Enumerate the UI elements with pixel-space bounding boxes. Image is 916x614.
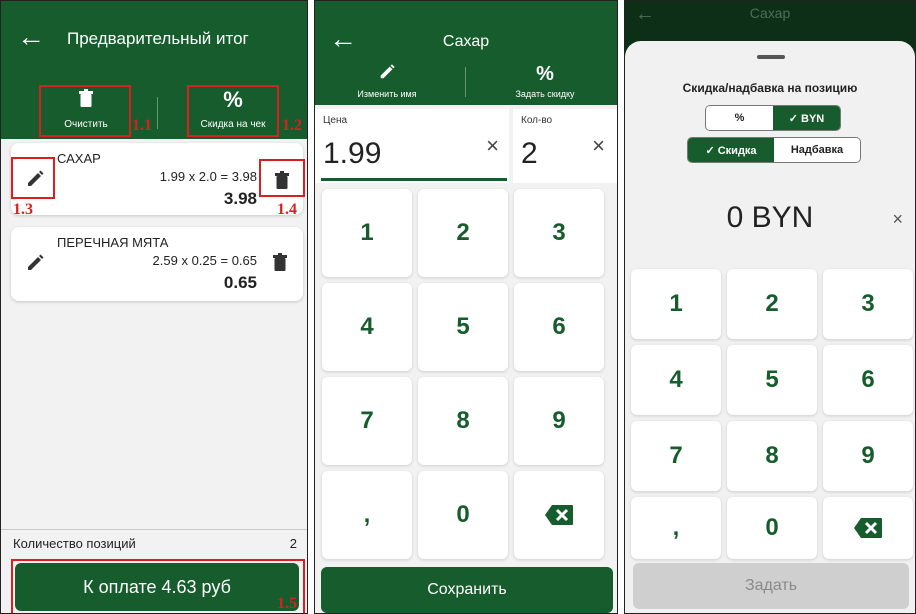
key-7[interactable]: 7	[322, 377, 412, 465]
clear-price-icon[interactable]: ×	[486, 133, 499, 159]
key-8[interactable]: 8	[727, 421, 817, 491]
percent-option[interactable]: %	[706, 106, 773, 130]
annotation-label: 1.4	[277, 201, 297, 218]
item-formula: 1.99 x 2.0 = 3.98	[159, 169, 257, 184]
save-button[interactable]: Сохранить	[321, 567, 613, 613]
page-title: Предварительный итог	[67, 29, 249, 48]
key-0[interactable]: 0	[418, 471, 508, 559]
price-value: 1.99	[323, 137, 382, 170]
annotation-box-clear	[39, 85, 131, 137]
key-3[interactable]: 3	[514, 189, 604, 277]
page-title: Сахар	[442, 33, 490, 50]
item-total: 0.65	[223, 273, 257, 292]
key-5[interactable]: 5	[418, 283, 508, 371]
markup-option[interactable]: Надбавка	[774, 138, 860, 162]
key-9[interactable]: 9	[514, 377, 604, 465]
rename-label: Изменить имя	[357, 89, 417, 99]
list-item[interactable]: ПЕРЕЧНАЯ МЯТА 2.59 x 0.25 = 0.65 0.65	[11, 227, 303, 301]
key-5[interactable]: 5	[727, 345, 817, 415]
annotation-box-pay	[11, 559, 305, 613]
item-discount-sheet: ← Сахар Скидка/надбавка на позицию % ✓ B…	[624, 0, 916, 614]
back-arrow-icon[interactable]: ←	[17, 23, 45, 51]
key-8[interactable]: 8	[418, 377, 508, 465]
annotation-label: 1.1	[132, 117, 152, 134]
sheet-handle[interactable]	[757, 55, 785, 59]
key-4[interactable]: 4	[631, 345, 721, 415]
set-discount-button[interactable]: % Задать скидку	[475, 63, 615, 99]
divider	[1, 529, 307, 530]
annotation-box-delete	[259, 159, 305, 197]
key-6[interactable]: 6	[514, 283, 604, 371]
bottom-sheet: Скидка/надбавка на позицию % ✓ BYN ✓ Ски…	[625, 41, 915, 613]
byn-option[interactable]: ✓ BYN	[773, 106, 840, 130]
price-label: Цена	[323, 115, 348, 126]
toolbar-divider	[465, 67, 466, 97]
trash-icon[interactable]	[273, 253, 287, 271]
annotation-label: 1.3	[13, 201, 33, 218]
key-6[interactable]: 6	[823, 345, 913, 415]
unit-toggle[interactable]: % ✓ BYN	[705, 105, 841, 131]
clear-quantity-icon[interactable]: ×	[592, 133, 605, 159]
annotation-box-edit	[11, 157, 55, 199]
key-comma[interactable]: ,	[322, 471, 412, 559]
item-total: 3.98	[223, 189, 257, 208]
annotation-label: 1.2	[282, 117, 302, 134]
price-field[interactable]: Цена 1.99 ×	[315, 109, 509, 183]
backspace-icon	[854, 518, 882, 538]
active-underline	[321, 178, 507, 181]
quantity-label: Кол-во	[521, 115, 553, 126]
mode-toggle[interactable]: ✓ Скидка Надбавка	[687, 137, 861, 163]
key-comma[interactable]: ,	[631, 497, 721, 559]
backspace-icon	[545, 505, 573, 525]
quantity-value: 2	[521, 137, 538, 170]
key-7[interactable]: 7	[631, 421, 721, 491]
dimmed-title: Сахар	[749, 5, 791, 21]
pencil-icon	[317, 63, 457, 85]
key-2[interactable]: 2	[727, 269, 817, 339]
annotation-label: 1.5	[277, 595, 297, 612]
item-name: ПЕРЕЧНАЯ МЯТА	[57, 235, 169, 250]
pencil-icon[interactable]	[25, 253, 45, 273]
key-2[interactable]: 2	[418, 189, 508, 277]
key-9[interactable]: 9	[823, 421, 913, 491]
clear-amount-icon[interactable]: ×	[892, 209, 903, 230]
item-edit-screen: ← Сахар Изменить имя % Задать скидку Цен…	[314, 0, 618, 614]
key-1[interactable]: 1	[631, 269, 721, 339]
key-3[interactable]: 3	[823, 269, 913, 339]
discount-option[interactable]: ✓ Скидка	[688, 138, 774, 162]
key-1[interactable]: 1	[322, 189, 412, 277]
amount-display: 0 BYN	[726, 201, 814, 234]
percent-icon: %	[536, 63, 554, 85]
rename-button[interactable]: Изменить имя	[317, 63, 457, 99]
cart-summary-screen: ← Предварительный итог Очистить % Скидка…	[0, 0, 308, 614]
quantity-field[interactable]: Кол-во 2 ×	[513, 109, 617, 183]
backspace-key[interactable]	[514, 471, 604, 559]
key-4[interactable]: 4	[322, 283, 412, 371]
set-button[interactable]: Задать	[633, 563, 909, 609]
item-count-label: Количество позиций	[13, 536, 136, 551]
backspace-key[interactable]	[823, 497, 913, 559]
set-discount-label: Задать скидку	[515, 89, 575, 99]
toolbar-divider	[157, 97, 158, 129]
sheet-title: Скидка/надбавка на позицию	[682, 81, 858, 95]
item-formula: 2.59 x 0.25 = 0.65	[152, 253, 257, 268]
item-name: САХАР	[57, 151, 101, 166]
key-0[interactable]: 0	[727, 497, 817, 559]
annotation-box-check-discount	[187, 85, 279, 137]
item-count-value: 2	[289, 536, 297, 551]
